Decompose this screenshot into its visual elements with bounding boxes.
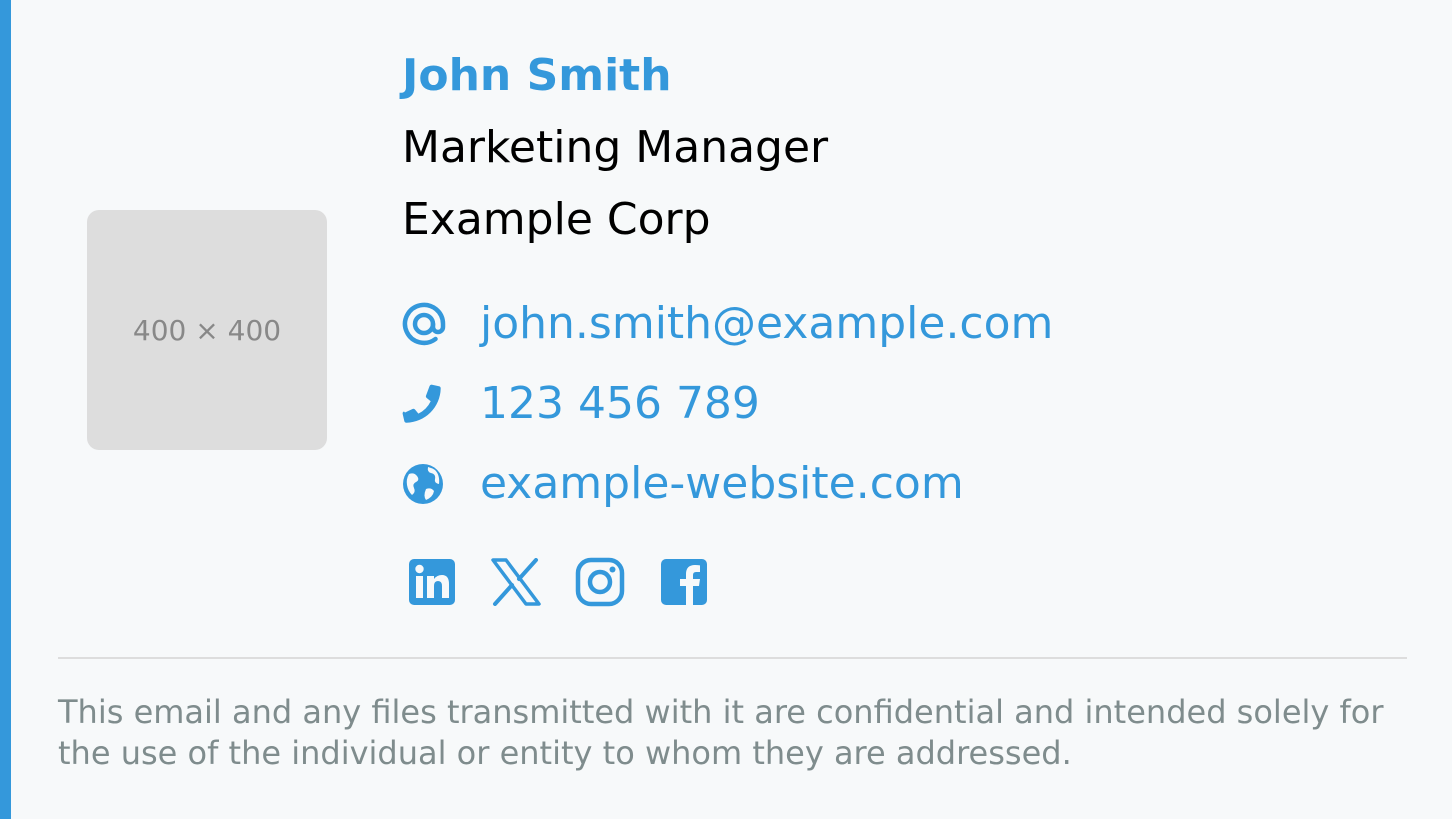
profile-photo-placeholder: 400 × 400: [87, 210, 327, 450]
phone-icon: [402, 380, 450, 428]
divider: [58, 657, 1407, 659]
email-link[interactable]: john.smith@example.com: [480, 294, 1053, 354]
contact-phone-row: 123 456 789: [402, 374, 1053, 434]
contact-website-row: example-website.com: [402, 454, 1053, 514]
job-title: Marketing Manager: [402, 122, 829, 173]
globe-icon: [402, 460, 450, 508]
website-link[interactable]: example-website.com: [480, 454, 964, 514]
contact-list: john.smith@example.com 123 456 789 examp…: [402, 294, 1053, 534]
contact-email-row: john.smith@example.com: [402, 294, 1053, 354]
x-icon[interactable]: [490, 556, 542, 608]
facebook-icon[interactable]: [658, 556, 710, 608]
instagram-icon[interactable]: [574, 556, 626, 608]
confidentiality-disclaimer: This email and any files transmitted wit…: [58, 693, 1384, 772]
photo-placeholder-text: 400 × 400: [132, 313, 282, 347]
at-icon: [402, 300, 450, 348]
identity-block: John Smith Marketing Manager Example Cor…: [402, 48, 828, 248]
person-name: John Smith: [402, 50, 672, 101]
linkedin-icon[interactable]: [406, 556, 458, 608]
social-links: [406, 556, 742, 608]
phone-link[interactable]: 123 456 789: [480, 374, 760, 434]
company-name: Example Corp: [402, 194, 711, 245]
email-signature: 400 × 400 John Smith Marketing Manager E…: [0, 0, 1452, 819]
accent-bar: [0, 0, 11, 819]
